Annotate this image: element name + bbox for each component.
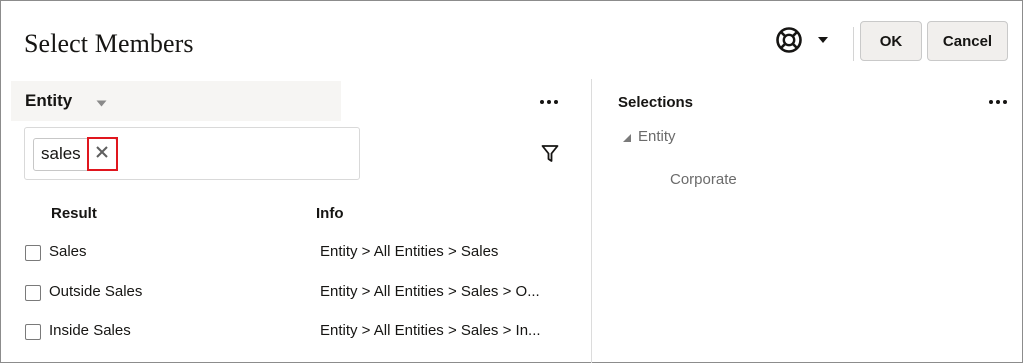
row-checkbox-inside-sales[interactable] [25, 324, 41, 340]
expand-triangle-icon[interactable] [623, 134, 631, 142]
help-menu-caret-icon[interactable] [817, 36, 829, 44]
selections-title: Selections [618, 94, 694, 111]
panel-divider [591, 79, 592, 363]
result-info: Entity > All Entities > Sales [320, 243, 499, 260]
close-icon[interactable] [95, 145, 109, 159]
result-info: Entity > All Entities > Sales > O... [320, 283, 540, 300]
dialog-title: Select Members [24, 29, 194, 58]
cancel-button[interactable]: Cancel [927, 21, 1008, 61]
filter-icon[interactable] [541, 144, 559, 163]
result-label: Sales [49, 243, 87, 260]
dimension-dropdown-caret-icon[interactable] [96, 100, 107, 107]
dimension-selector-label[interactable]: Entity [25, 91, 72, 111]
row-checkbox-outside-sales[interactable] [25, 285, 41, 301]
tree-node-root[interactable]: Entity [638, 128, 676, 145]
info-column-header: Info [316, 205, 344, 222]
result-label: Inside Sales [49, 322, 131, 339]
lifebuoy-help-icon[interactable] [775, 26, 803, 54]
select-members-dialog: Select Members OK Cancel Entity sales Re… [0, 0, 1023, 363]
tree-node-child[interactable]: Corporate [670, 171, 737, 188]
more-icon[interactable] [988, 99, 1008, 105]
more-icon[interactable] [539, 99, 559, 105]
result-info: Entity > All Entities > Sales > In... [320, 322, 541, 339]
row-checkbox-sales[interactable] [25, 245, 41, 261]
ok-button[interactable]: OK [860, 21, 922, 61]
header-separator [853, 27, 854, 61]
search-chip-text: sales [41, 144, 81, 163]
result-column-header: Result [51, 205, 97, 222]
result-label: Outside Sales [49, 283, 143, 300]
